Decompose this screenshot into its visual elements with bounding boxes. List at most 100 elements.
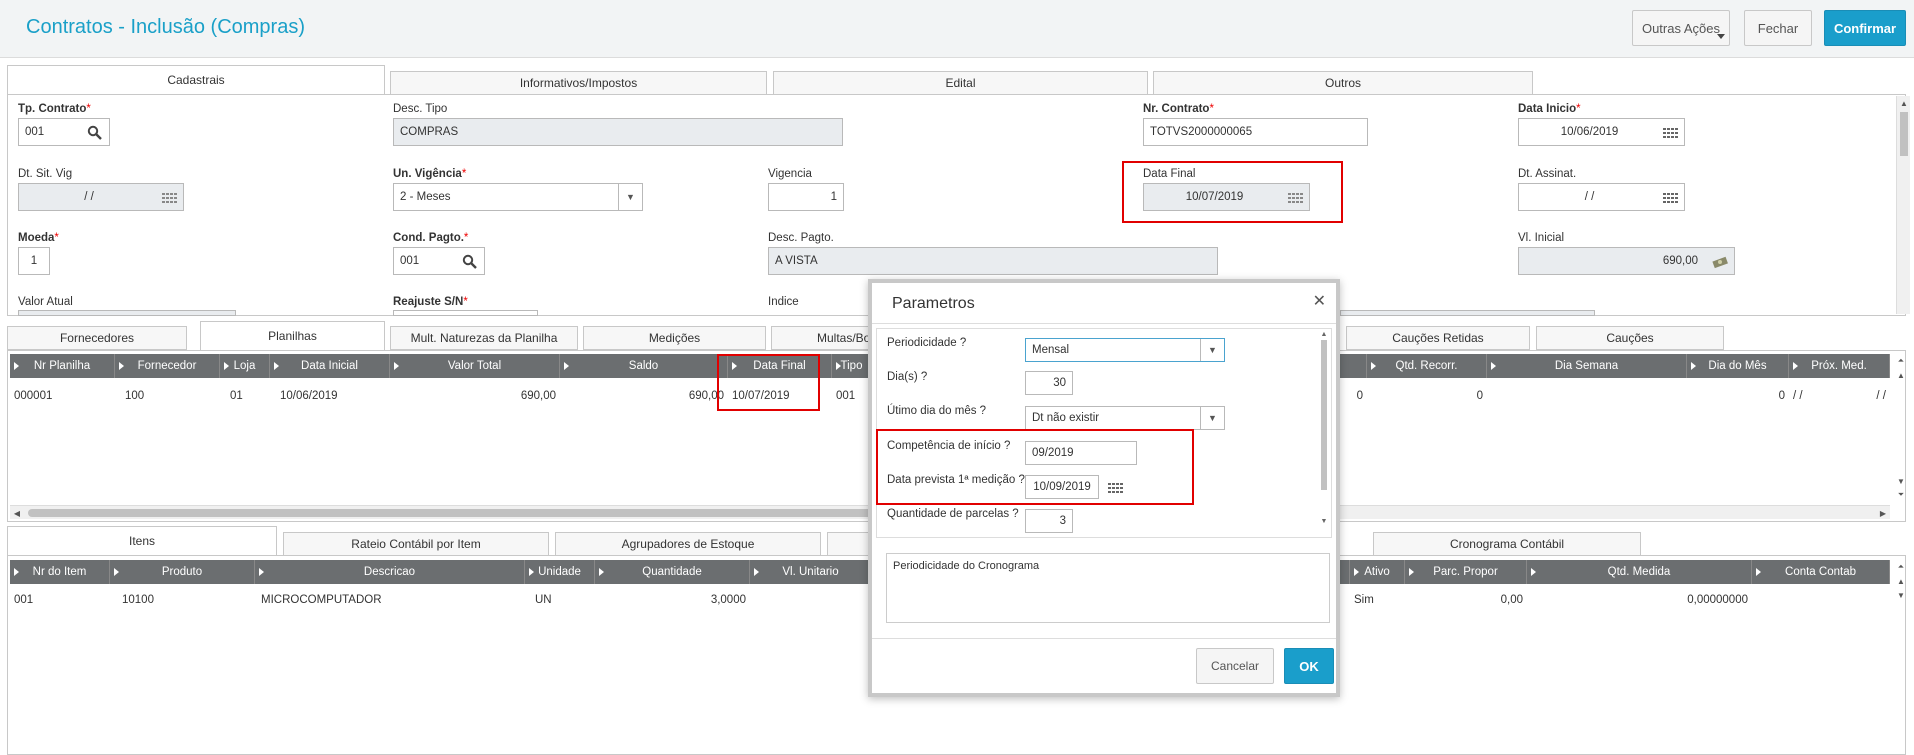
cell-ativo: Sim (1354, 594, 1374, 606)
caret-down-icon (1717, 34, 1725, 39)
col-vl-unitario[interactable]: Vl. Unitario (750, 560, 872, 584)
tab-outros[interactable]: Outros (1153, 71, 1533, 95)
col-loja[interactable]: Loja (220, 354, 270, 378)
col-descricao[interactable]: Descricao (255, 560, 525, 584)
tab-mult-naturezas[interactable]: Mult. Naturezas da Planilha (390, 326, 578, 350)
tab-cadastrais[interactable]: Cadastrais (7, 65, 385, 95)
cancelar-button[interactable]: Cancelar (1196, 648, 1274, 684)
moeda-input[interactable]: 1 (18, 247, 50, 275)
field-partial (1340, 310, 1595, 316)
scroll-left-icon[interactable]: ◀ (10, 506, 24, 520)
cell-qtd-recorr: 0 (1476, 390, 1483, 402)
tab-caucoes-retidas[interactable]: Cauções Retidas (1346, 326, 1530, 350)
cond-pagto-input[interactable]: 001 (393, 247, 485, 275)
dias-input[interactable]: 30 (1025, 371, 1073, 395)
arrow-top-icon[interactable]: ⏶ (1894, 354, 1908, 368)
modal-divider (872, 323, 1336, 324)
chevron-down-icon[interactable]: ▼ (1200, 407, 1224, 429)
scroll-up-icon[interactable]: ▲ (1319, 331, 1329, 338)
dt-assinat-input[interactable]: / / (1518, 183, 1685, 211)
nr-contrato-input[interactable]: TOTVS2000000065 (1143, 118, 1368, 146)
arrow-up-icon[interactable]: ▲ (1894, 574, 1908, 588)
data-inicio-label: Data Inicio* (1518, 103, 1581, 115)
tab-partial[interactable] (827, 532, 872, 556)
planilhas-side-arrows[interactable]: ⏶ ▲ ▼ ⏷ (1894, 354, 1908, 514)
qtd-parcelas-input[interactable]: 3 (1025, 509, 1073, 533)
search-icon[interactable] (462, 254, 478, 270)
tab-planilhas[interactable]: Planilhas (200, 321, 385, 351)
valor-atual-field (18, 310, 236, 316)
arrow-up-icon[interactable]: ▲ (1894, 368, 1908, 382)
close-icon[interactable]: ✕ (1313, 291, 1326, 311)
tab-medicoes[interactable]: Medições (583, 326, 766, 350)
col-fornecedor[interactable]: Fornecedor (115, 354, 220, 378)
ok-button[interactable]: OK (1284, 648, 1334, 684)
itens-side-arrows[interactable]: ⏶ ▲ ▼ (1894, 560, 1908, 630)
ultimo-dia-select[interactable]: Dt não existir ▼ (1025, 406, 1225, 430)
qtd-parcelas-label: Quantidade de parcelas ? (887, 508, 1019, 520)
arrow-down-icon[interactable]: ▼ (1894, 588, 1908, 602)
fechar-button[interactable]: Fechar (1744, 10, 1812, 46)
calendar-icon[interactable] (1662, 190, 1678, 206)
form-scrollbar[interactable]: ▲ (1896, 96, 1910, 314)
dt-assinat-label: Dt. Assinat. (1518, 168, 1577, 180)
scroll-up-icon[interactable]: ▲ (1897, 96, 1911, 110)
calendar-icon[interactable] (1662, 125, 1678, 141)
un-vigencia-select[interactable]: 2 - Meses ▼ (393, 183, 643, 211)
cell-tipo: 001 (836, 390, 856, 402)
vigencia-input[interactable]: 1 (768, 183, 844, 211)
arrow-down-icon[interactable]: ▼ (1894, 474, 1908, 488)
chevron-down-icon[interactable]: ▼ (1200, 339, 1224, 361)
cell-produto: 10100 (122, 594, 154, 606)
scroll-thumb[interactable] (1321, 340, 1327, 490)
col-dia-mes[interactable]: Dia do Mês (1687, 354, 1789, 378)
tab-itens[interactable]: Itens (7, 526, 277, 556)
arrow-top-icon[interactable]: ⏶ (1894, 560, 1908, 574)
periodicidade-select[interactable]: Mensal ▼ (1025, 338, 1225, 362)
dt-assinat-value: / / (1584, 191, 1595, 203)
col-prox-med[interactable]: Próx. Med. (1789, 354, 1890, 378)
scroll-right-icon[interactable]: ▶ (1876, 506, 1890, 520)
col-ativo[interactable]: Ativo (1350, 560, 1405, 584)
confirmar-button[interactable]: Confirmar (1824, 10, 1906, 46)
scroll-thumb[interactable] (28, 509, 878, 517)
tab-informativos-impostos[interactable]: Informativos/Impostos (390, 71, 767, 95)
col-qtd-medida[interactable]: Qtd. Medida (1527, 560, 1752, 584)
search-icon[interactable] (87, 125, 103, 141)
modal-scrollbar[interactable]: ▲ ▼ (1319, 331, 1329, 535)
chevron-down-icon[interactable]: ▼ (618, 184, 642, 210)
col-produto[interactable]: Produto (110, 560, 255, 584)
col-unidade[interactable]: Unidade (525, 560, 595, 584)
tab-edital[interactable]: Edital (773, 71, 1148, 95)
scroll-down-icon[interactable]: ▼ (1319, 518, 1329, 525)
tab-multas-bon[interactable]: Multas/Bon (771, 326, 877, 350)
data-inicio-input[interactable]: 10/06/2019 (1518, 118, 1685, 146)
data-final-highlight (1122, 161, 1343, 223)
cell-unidade: UN (535, 594, 552, 606)
col-valor-total[interactable]: Valor Total (390, 354, 560, 378)
tp-contrato-label: Tp. Contrato* (18, 103, 91, 115)
tab-cronograma-contabil[interactable]: Cronograma Contábil (1373, 532, 1641, 556)
col-data-inicial[interactable]: Data Inicial (270, 354, 390, 378)
col-conta-contab[interactable]: Conta Contab (1752, 560, 1890, 584)
col-tipo[interactable]: Tipo (832, 354, 872, 378)
col-nr-planilha[interactable]: Nr Planilha (10, 354, 115, 378)
col-nr-item[interactable]: Nr do Item (10, 560, 110, 584)
tp-contrato-input[interactable]: 001 (18, 118, 110, 146)
reajuste-select[interactable] (393, 310, 538, 316)
vl-inicial-value: 690,00 (1662, 255, 1698, 267)
tab-fornecedores[interactable]: Fornecedores (7, 326, 187, 350)
tab-rateio-contabil[interactable]: Rateio Contábil por Item (283, 532, 549, 556)
outras-acoes-button[interactable]: Outras Ações (1632, 10, 1730, 46)
tab-caucoes[interactable]: Cauções (1536, 326, 1724, 350)
col-saldo[interactable]: Saldo (560, 354, 728, 378)
col-qtd-recorr[interactable]: Qtd. Recorr. (1367, 354, 1487, 378)
tab-agrupadores-estoque[interactable]: Agrupadores de Estoque (555, 532, 821, 556)
scroll-thumb[interactable] (1899, 112, 1908, 156)
col-parc-propor[interactable]: Parc. Propor (1405, 560, 1527, 584)
modal-footer-divider (872, 638, 1336, 639)
arrow-bottom-icon[interactable]: ⏷ (1894, 488, 1908, 502)
col-quantidade[interactable]: Quantidade (595, 560, 750, 584)
dt-sit-vig-field: / / (18, 183, 184, 211)
col-dia-semana[interactable]: Dia Semana (1487, 354, 1687, 378)
